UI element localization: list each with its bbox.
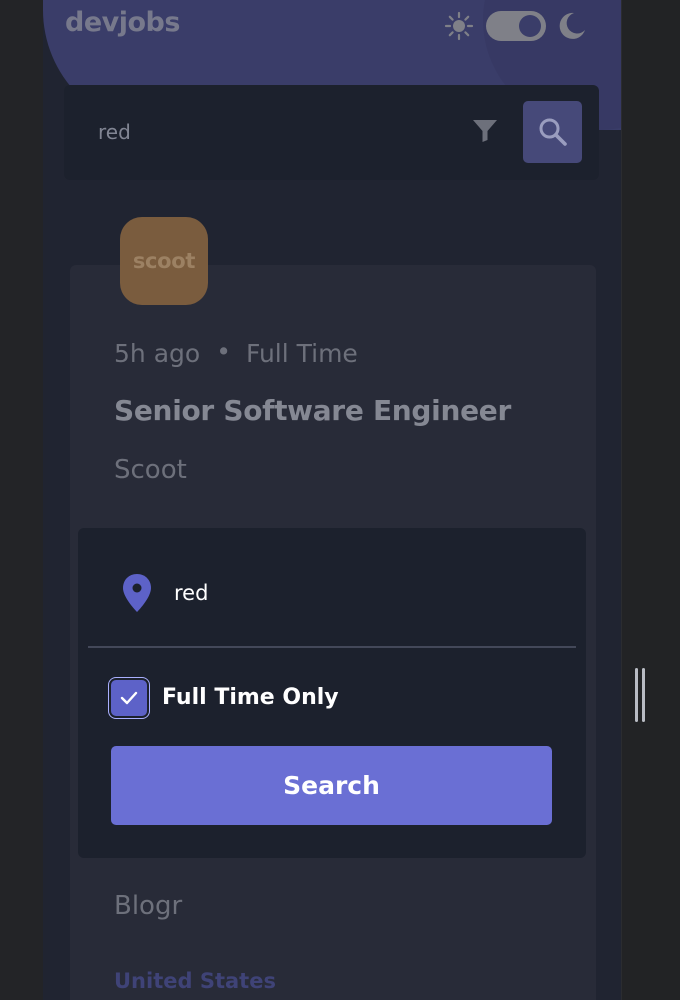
left-margin (0, 0, 43, 1000)
resize-panel (621, 0, 680, 1000)
contract-type: Full Time (245, 339, 358, 368)
location-input[interactable]: red (174, 581, 208, 605)
job-location: United States (114, 969, 276, 993)
company-name: Blogr (114, 891, 183, 921)
moon-icon (559, 12, 585, 39)
handle-bar (642, 668, 645, 722)
divider (88, 646, 576, 648)
posted-time: 5h ago (114, 339, 201, 368)
toggle-knob (519, 15, 541, 37)
handle-bar (635, 668, 638, 722)
filter-icon[interactable] (472, 118, 498, 144)
search-input[interactable]: red (98, 120, 131, 144)
search-icon (539, 118, 567, 146)
full-time-checkbox[interactable] (111, 680, 147, 716)
checkmark-icon (120, 691, 138, 705)
filter-modal: red Full Time Only Search (78, 528, 586, 858)
sun-icon (444, 11, 474, 41)
theme-toggle[interactable] (486, 11, 546, 41)
separator-dot: • (216, 337, 231, 366)
location-pin-icon (123, 574, 151, 612)
company-name: Scoot (114, 455, 187, 485)
app-viewport: devjobs red scoot 5h ago • Full Time Sen… (43, 0, 621, 1000)
company-logo: scoot (120, 217, 208, 305)
search-button[interactable]: Search (111, 746, 552, 825)
search-submit-button[interactable] (523, 101, 582, 163)
job-meta: 5h ago • Full Time (114, 337, 358, 368)
app-logo[interactable]: devjobs (65, 7, 180, 38)
resize-handle[interactable] (633, 668, 647, 722)
search-bar: red (64, 85, 599, 180)
full-time-label[interactable]: Full Time Only (162, 685, 339, 710)
job-title[interactable]: Senior Software Engineer (114, 394, 511, 427)
company-logo-text: scoot (132, 249, 196, 273)
